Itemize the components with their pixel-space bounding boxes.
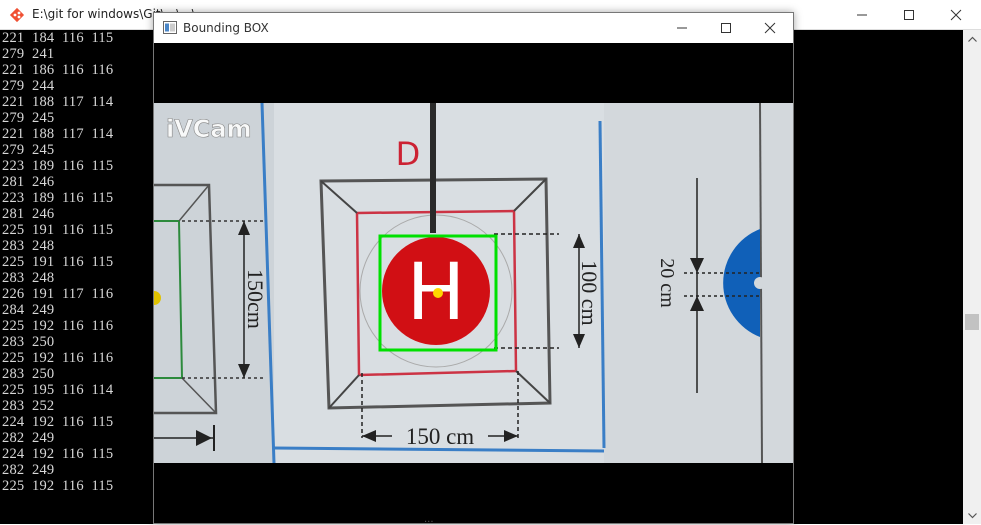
scroll-up-button[interactable] (963, 30, 981, 47)
maximize-icon (721, 23, 731, 33)
console-maximize-button[interactable] (886, 0, 932, 30)
console-line: 282 249 (2, 462, 55, 478)
close-icon (950, 9, 962, 21)
console-line: 221 188 117 114 (2, 94, 114, 110)
close-button[interactable] (747, 13, 793, 43)
console-line: 223 189 116 115 (2, 190, 114, 206)
video-display: 150cm H 100 cm 150 cm 20 cm D iVCam ... (154, 43, 793, 525)
chevron-down-icon (967, 512, 977, 518)
console-lines: 221 184 116 115 279 241 221 186 116 116 279… (2, 30, 113, 494)
console-line: 221 186 116 116 (2, 62, 114, 78)
console-line: 283 250 (2, 334, 55, 350)
minimize-button[interactable] (659, 13, 705, 43)
console-line: 283 248 (2, 270, 55, 286)
dim-far-right-label: 20 cm (656, 258, 678, 308)
minimize-icon (857, 14, 867, 16)
console-line: 224 192 116 115 (2, 446, 114, 462)
console-line: 221 184 116 115 (2, 30, 114, 46)
hidden-text: ... (424, 514, 434, 525)
console-line: 225 192 116 116 (2, 318, 114, 334)
camera-frame: 150cm H 100 cm 150 cm 20 cm D iVCam (154, 103, 793, 463)
console-line: 225 191 116 115 (2, 222, 114, 238)
console-line: 225 195 116 114 (2, 382, 114, 398)
maximize-button[interactable] (703, 13, 749, 43)
ivcam-watermark: iVCam (166, 115, 252, 143)
console-close-button[interactable] (933, 0, 979, 30)
minimize-icon (677, 27, 687, 29)
bounding-box-titlebar[interactable]: Bounding BOX (154, 13, 793, 43)
console-line: 283 250 (2, 366, 55, 382)
console-line: 226 191 117 116 (2, 286, 114, 302)
dim-right-label: 100 cm (577, 260, 602, 325)
console-line: 223 189 116 115 (2, 158, 114, 174)
console-line: 281 246 (2, 174, 55, 190)
console-line: 281 246 (2, 206, 55, 222)
console-line: 279 244 (2, 78, 55, 94)
console-line: 283 248 (2, 238, 55, 254)
console-scrollbar[interactable] (963, 30, 981, 524)
console-line: 225 192 116 115 (2, 478, 114, 494)
window-title: Bounding BOX (183, 21, 269, 35)
console-line: 283 252 (2, 398, 55, 414)
console-line: 282 249 (2, 430, 55, 446)
git-logo-icon (9, 7, 25, 23)
console-line: 221 188 117 114 (2, 126, 114, 142)
center-point (433, 288, 443, 298)
scroll-down-button[interactable] (963, 507, 981, 524)
console-minimize-button[interactable] (839, 0, 885, 30)
bounding-box-window: Bounding BOX 150cm H 100 cm 150 cm 20 cm… (153, 12, 794, 525)
console-line: 279 245 (2, 110, 55, 126)
console-line: 225 191 116 115 (2, 254, 114, 270)
console-line: 279 245 (2, 142, 55, 158)
dim-left-label: 150cm (243, 269, 268, 329)
console-line: 279 241 (2, 46, 55, 62)
close-icon (764, 22, 776, 34)
dim-bottom-label: 150 cm (406, 424, 474, 449)
window-app-icon (163, 21, 177, 34)
maximize-icon (904, 10, 914, 20)
marker-letter: D (396, 135, 421, 173)
console-line: 284 249 (2, 302, 55, 318)
console-line: 225 192 116 116 (2, 350, 114, 366)
scroll-thumb[interactable] (965, 314, 979, 330)
chevron-up-icon (967, 36, 977, 42)
console-line: 224 192 116 115 (2, 414, 114, 430)
